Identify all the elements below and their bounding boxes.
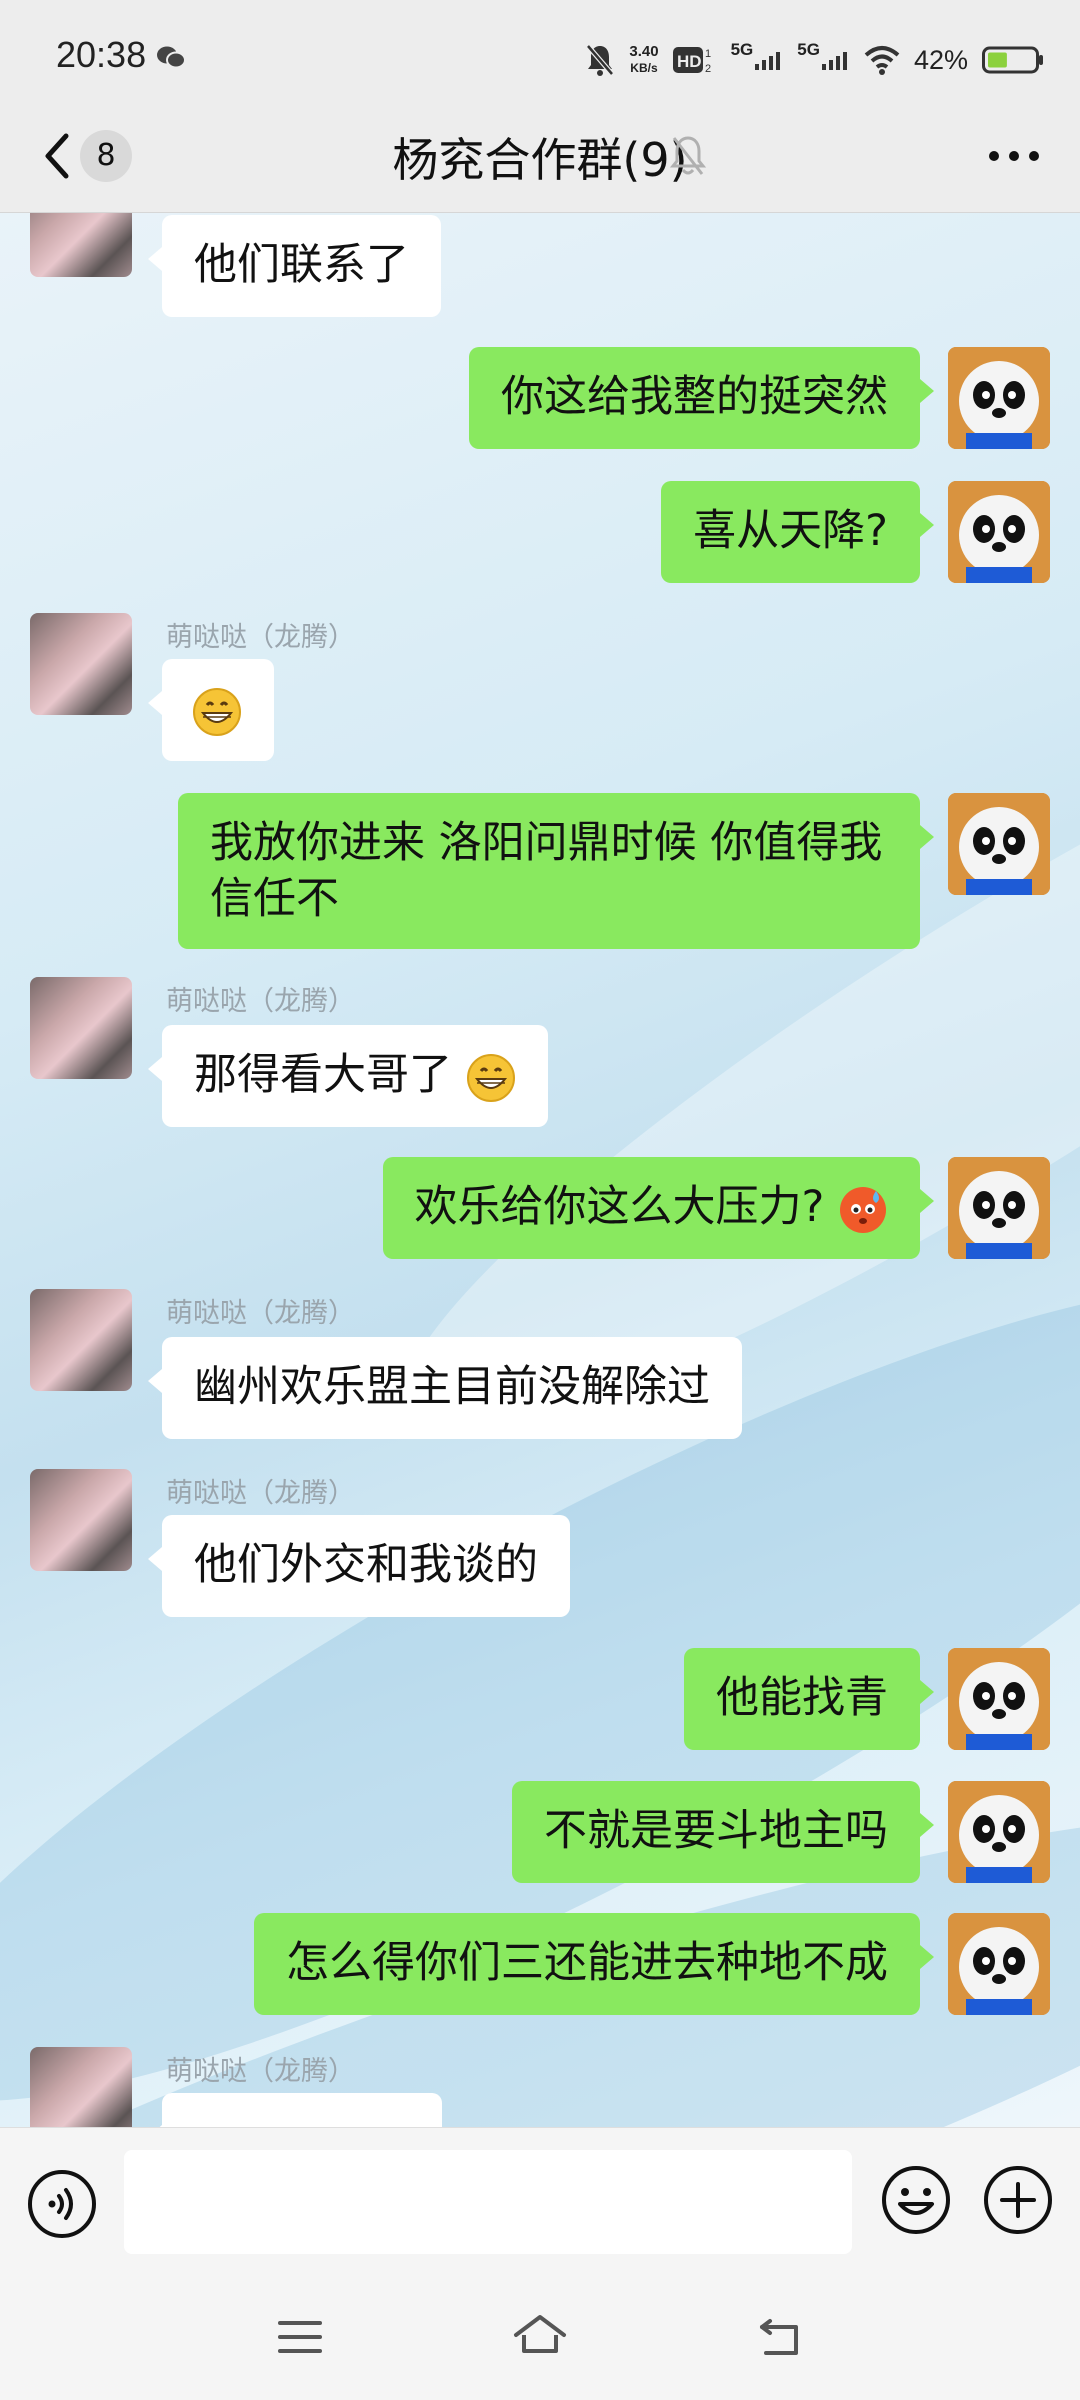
my-avatar[interactable] [948, 1913, 1050, 2015]
status-icons: 3.40 KB/s HD 1 2 5G 5G 42% [585, 38, 1044, 82]
hd-voice-icon: HD 1 2 [672, 47, 711, 75]
home-icon[interactable] [512, 2311, 568, 2359]
signal-sim1: 5G [731, 40, 784, 70]
panda-avatar-icon [948, 481, 1050, 583]
chat-message-list[interactable]: 他们联系了 你这给我整的挺突然 喜从天降? 萌哒哒（龙腾） 我放你进来 洛阳问鼎… [0, 213, 1080, 2127]
message-text: 喜从天降? [693, 506, 888, 556]
incoming-message-bubble[interactable]: 他们外交和我谈的 [148, 1515, 570, 1617]
message-text: 你这给我整的挺突然 [501, 372, 888, 422]
incoming-message-bubble[interactable]: 他们联系了 [148, 215, 441, 317]
grin-emoji-icon [466, 1053, 515, 1102]
sim2-network-label: 5G [797, 40, 820, 59]
sender-name: 萌哒哒（龙腾） [166, 622, 355, 653]
system-back-icon[interactable] [756, 2313, 806, 2359]
outgoing-message-bubble[interactable]: 他能找青 [684, 1648, 934, 1750]
my-avatar[interactable] [948, 347, 1050, 449]
silent-bell-icon [586, 44, 615, 76]
system-navigation-bar [0, 2277, 1080, 2400]
sender-avatar[interactable] [30, 613, 132, 715]
battery-icon [982, 46, 1043, 74]
incoming-message-bubble[interactable] [148, 659, 274, 761]
panda-avatar-icon [948, 347, 1050, 449]
svg-text:1: 1 [705, 48, 711, 60]
sender-name: 萌哒哒（龙腾） [166, 2056, 355, 2087]
message-text: 幽州欢乐盟主目前没解除过 [194, 1362, 710, 1412]
my-avatar[interactable] [948, 1157, 1050, 1259]
wechat-notification-icon [157, 46, 186, 69]
sim1-network-label: 5G [730, 40, 754, 59]
battery-percent: 42% [913, 44, 968, 75]
my-avatar[interactable] [948, 793, 1050, 895]
svg-text:HD: HD [677, 52, 702, 71]
recent-apps-menu-icon[interactable] [276, 2317, 324, 2357]
voice-input-icon[interactable] [26, 2168, 98, 2240]
my-avatar[interactable] [948, 1781, 1050, 1883]
sender-name: 萌哒哒（龙腾） [166, 1478, 355, 1509]
signal-bars-icon [755, 52, 781, 70]
panda-avatar-icon [948, 1157, 1050, 1259]
panda-avatar-icon [948, 1781, 1050, 1883]
svg-text:2: 2 [705, 63, 711, 75]
incoming-message-bubble[interactable]: 那得看大哥了 [148, 1025, 548, 1127]
message-text-input[interactable] [124, 2150, 852, 2254]
sender-avatar[interactable] [30, 977, 132, 1079]
message-text-line-1: 我放你进来 洛阳问鼎时候 你值得我 [210, 818, 883, 868]
panda-avatar-icon [948, 1913, 1050, 2015]
my-avatar[interactable] [948, 481, 1050, 583]
signal-bars-icon [821, 52, 847, 70]
network-speed: 3.40 KB/s [629, 44, 658, 76]
outgoing-message-bubble[interactable]: 我放你进来 洛阳问鼎时候 你值得我 信任不 [178, 793, 934, 949]
grin-emoji-icon [193, 687, 241, 736]
wifi-icon [864, 46, 900, 75]
network-speed-value: 3.40 [629, 43, 659, 60]
panda-avatar-icon [948, 793, 1050, 895]
chat-header: 8 杨兖合作群(9) [0, 100, 1080, 213]
mute-notifications-icon [669, 136, 707, 175]
sender-avatar[interactable] [30, 2047, 132, 2127]
outgoing-message-bubble[interactable]: 怎么得你们三还能进去种地不成 [254, 1913, 934, 2015]
message-text: 他们联系了 [194, 240, 409, 290]
signal-sim2: 5G [797, 40, 850, 70]
message-text: 欢乐给你这么大压力? [414, 1182, 825, 1232]
sweat-emoji-icon [840, 1186, 886, 1233]
outgoing-message-bubble[interactable]: 欢乐给你这么大压力? [382, 1157, 934, 1259]
outgoing-message-bubble[interactable]: 喜从天降? [661, 481, 934, 583]
sender-avatar[interactable] [30, 1289, 132, 1391]
chat-title: 杨兖合作群(9) [392, 133, 688, 187]
outgoing-message-bubble[interactable]: 你这给我整的挺突然 [469, 347, 934, 449]
sender-avatar[interactable] [30, 213, 132, 277]
more-functions-plus-icon[interactable] [982, 2164, 1054, 2236]
message-input-bar [0, 2127, 1080, 2278]
message-text: 不就是要斗地主吗 [544, 1806, 888, 1856]
my-avatar[interactable] [948, 1648, 1050, 1750]
sender-avatar[interactable] [30, 1469, 132, 1571]
sender-name: 萌哒哒（龙腾） [166, 1298, 355, 1329]
status-time: 20:38 [56, 34, 147, 75]
sender-name: 萌哒哒（龙腾） [166, 986, 355, 1017]
message-text-line-2: 信任不 [210, 874, 339, 924]
more-options-icon[interactable] [986, 144, 1042, 168]
message-text: 他能找青 [716, 1673, 888, 1723]
message-text: 怎么得你们三还能进去种地不成 [286, 1938, 888, 1988]
message-text: 他们外交和我谈的 [194, 1540, 538, 1590]
message-text: 那得看大哥了 [194, 1050, 452, 1100]
incoming-message-bubble[interactable] [148, 2093, 442, 2127]
panda-avatar-icon [948, 1648, 1050, 1750]
outgoing-message-bubble[interactable]: 不就是要斗地主吗 [512, 1781, 934, 1883]
network-speed-unit: KB/s [630, 61, 658, 75]
incoming-message-bubble[interactable]: 幽州欢乐盟主目前没解除过 [148, 1337, 742, 1439]
emoji-picker-icon[interactable] [880, 2164, 952, 2236]
